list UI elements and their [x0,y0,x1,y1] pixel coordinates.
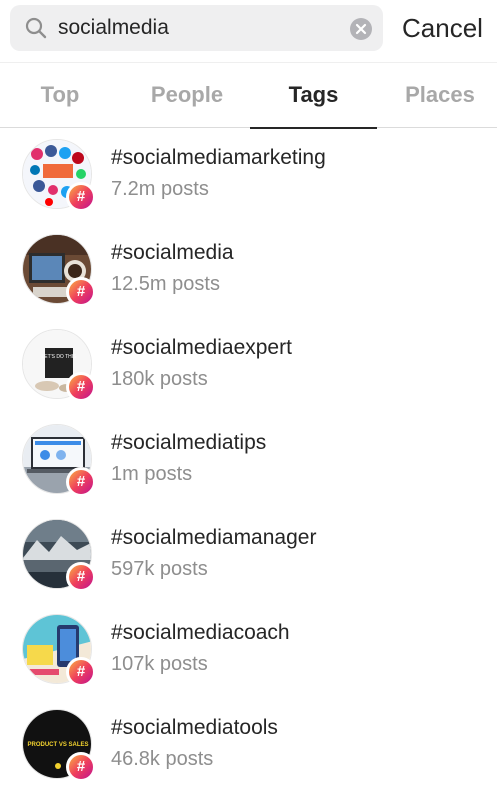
tag-result-row[interactable]: # #socialmediamarketing 7.2m posts [0,128,497,223]
tag-name: #socialmedia [111,241,234,264]
hashtag-badge-icon: # [66,372,96,402]
tag-result-row[interactable]: # #socialmediatips 1m posts [0,413,497,508]
tab-places[interactable]: Places [380,63,497,128]
tag-results-list: # #socialmediamarketing 7.2m posts # #so… [0,128,497,788]
tag-post-count: 597k posts [111,558,208,580]
tag-result-row[interactable]: PRODUCT VS SALES # #socialmediatools 46.… [0,698,497,788]
hashtag-badge-icon: # [66,657,96,687]
tag-post-count: 12.5m posts [111,273,220,295]
tag-name: #socialmediacoach [111,621,290,644]
tag-result-row[interactable]: LET'S DO THIS # #socialmediaexpert 180k … [0,318,497,413]
tag-post-count: 46.8k posts [111,748,214,770]
tab-top[interactable]: Top [0,63,120,128]
cancel-button[interactable]: Cancel [402,10,483,46]
hashtag-badge-icon: # [66,562,96,592]
hashtag-badge-icon: # [66,467,96,497]
tag-name: #socialmediamanager [111,526,317,549]
search-header: Cancel [0,0,497,62]
search-tabs: Top People Tags Places [0,62,497,129]
tag-result-row[interactable]: # #socialmediacoach 107k posts [0,603,497,698]
tag-name: #socialmediaexpert [111,336,292,359]
hashtag-badge-icon: # [66,277,96,307]
tag-post-count: 1m posts [111,463,193,485]
tag-name: #socialmediamarketing [111,146,326,169]
tag-result-row[interactable]: # #socialmediamanager 597k posts [0,508,497,603]
tag-post-count: 7.2m posts [111,178,209,200]
tag-post-count: 107k posts [111,653,208,675]
tag-name: #socialmediatips [111,431,267,454]
tab-tags[interactable]: Tags [250,63,377,129]
search-input[interactable] [58,13,348,43]
hashtag-badge-icon: # [66,182,96,212]
tab-people[interactable]: People [126,63,248,128]
search-icon [25,17,47,39]
tag-post-count: 180k posts [111,368,208,390]
hashtag-badge-icon: # [66,752,96,782]
tag-result-row[interactable]: # #socialmedia 12.5m posts [0,223,497,318]
sign-text: LET'S DO THIS [41,354,77,360]
tag-name: #socialmediatools [111,716,278,739]
clear-search-icon[interactable] [350,18,372,40]
search-box[interactable] [10,5,383,51]
thumb-text: PRODUCT VS SALES [27,742,88,748]
